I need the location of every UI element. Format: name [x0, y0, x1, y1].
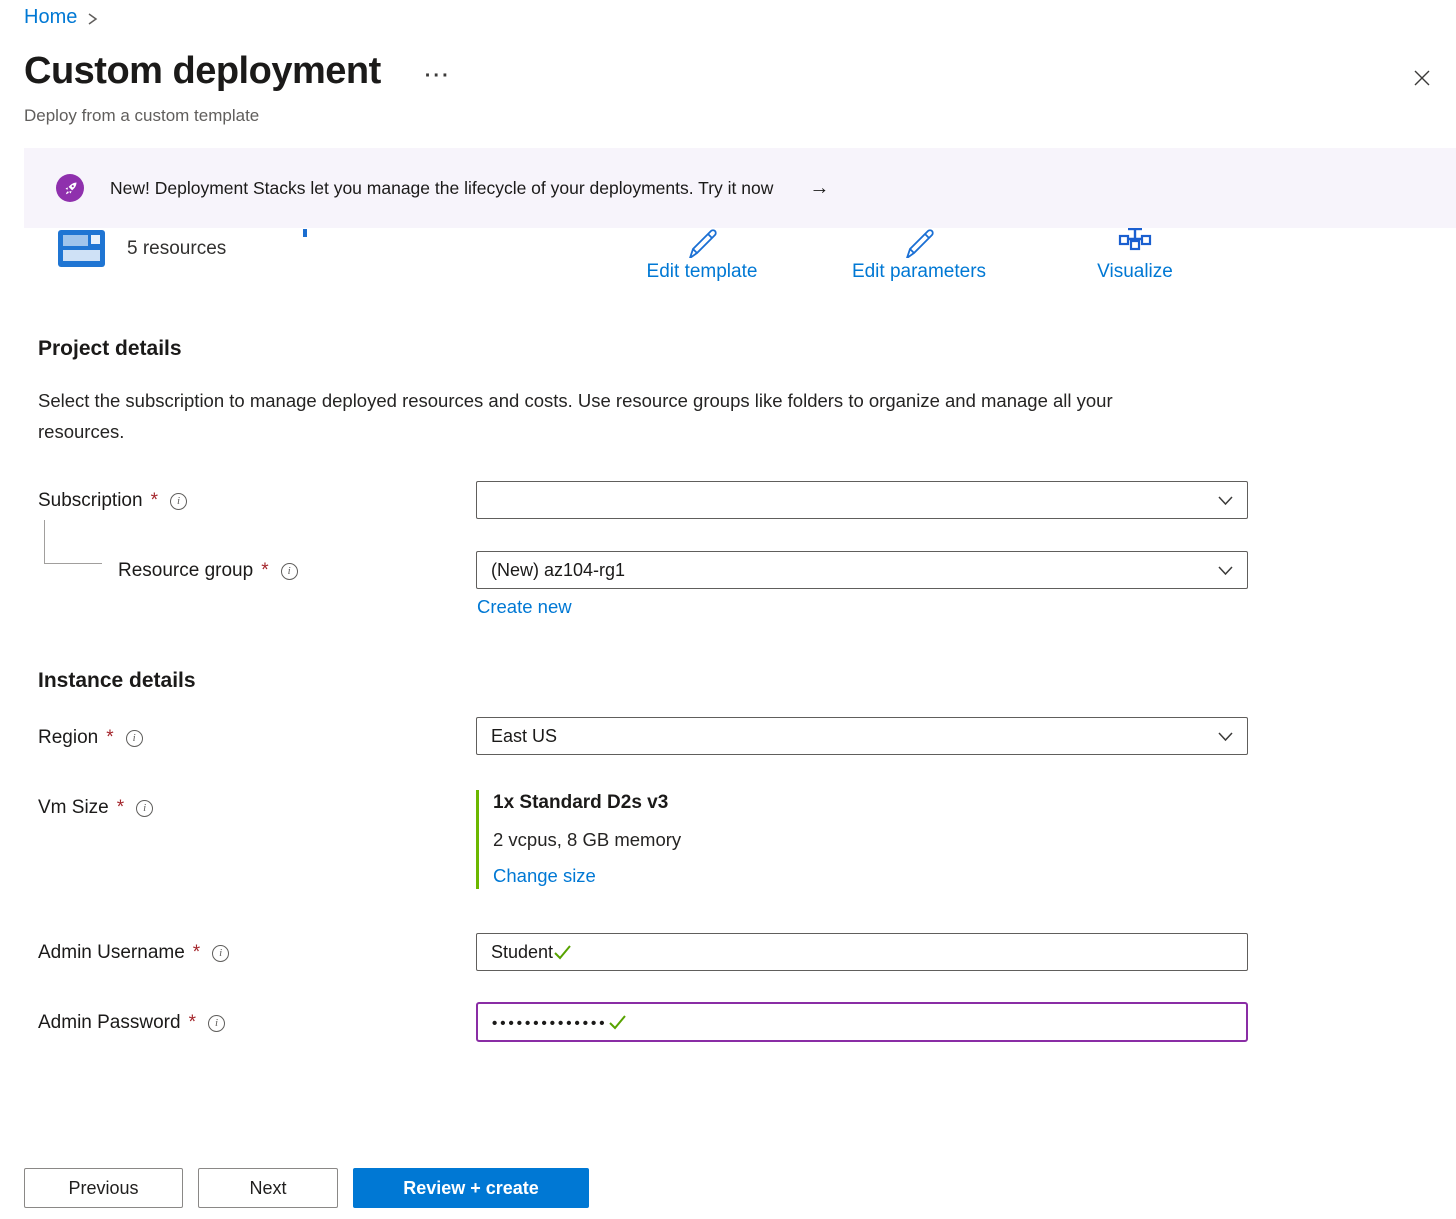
clipped-text-artifact	[303, 229, 307, 237]
vm-size-name: 1x Standard D2s v3	[493, 792, 681, 814]
banner-text: New! Deployment Stacks let you manage th…	[110, 178, 773, 199]
subscription-dropdown[interactable]	[476, 481, 1248, 519]
admin-password-input[interactable]: ••••••••••••••	[476, 1002, 1248, 1042]
info-icon[interactable]: i	[126, 730, 143, 747]
project-details-heading: Project details	[38, 337, 182, 361]
admin-username-input[interactable]: Student	[476, 933, 1248, 971]
region-label: Region* i	[38, 727, 143, 749]
chevron-down-icon	[1217, 729, 1234, 745]
password-dots: ••••••••••••••	[492, 1013, 608, 1032]
resource-group-label: Resource group* i	[118, 560, 298, 582]
valid-check-icon	[608, 1014, 627, 1031]
chevron-down-icon	[1217, 493, 1234, 509]
pencil-icon	[901, 228, 937, 258]
template-tile: 5 resources	[58, 230, 226, 267]
previous-button[interactable]: Previous	[24, 1168, 183, 1208]
create-new-link[interactable]: Create new	[477, 596, 572, 618]
page-subtitle: Deploy from a custom template	[24, 106, 259, 126]
edit-parameters-button[interactable]: Edit parameters	[809, 228, 1029, 283]
org-chart-icon	[1116, 228, 1154, 258]
vm-size-summary: 1x Standard D2s v3 2 vcpus, 8 GB memory …	[476, 790, 681, 889]
subscription-label: Subscription* i	[38, 490, 187, 512]
review-create-button[interactable]: Review + create	[353, 1168, 589, 1208]
header: Custom deployment ···	[24, 50, 451, 93]
pencil-icon	[684, 228, 720, 258]
template-icon	[58, 230, 105, 267]
vm-size-specs: 2 vcpus, 8 GB memory	[493, 829, 681, 851]
admin-password-label: Admin Password* i	[38, 1012, 225, 1034]
vm-size-label: Vm Size* i	[38, 797, 153, 819]
arrow-right-icon: →	[809, 177, 829, 200]
region-dropdown[interactable]: East US	[476, 717, 1248, 755]
admin-username-label: Admin Username* i	[38, 942, 229, 964]
info-icon[interactable]: i	[136, 800, 153, 817]
project-details-description: Select the subscription to manage deploy…	[38, 385, 1188, 447]
edit-template-button[interactable]: Edit template	[592, 228, 812, 283]
info-icon[interactable]: i	[212, 945, 229, 962]
chevron-right-icon	[87, 11, 98, 27]
template-bar: 5 resources Edit template Edit parameter…	[0, 228, 1456, 290]
instance-details-heading: Instance details	[38, 669, 196, 693]
more-options-icon[interactable]: ···	[425, 55, 451, 88]
info-icon[interactable]: i	[170, 493, 187, 510]
resources-count: 5 resources	[127, 238, 226, 260]
custom-deployment-page: Home Custom deployment ··· Deploy from a…	[0, 0, 1456, 1219]
footer-actions: Previous Next Review + create	[24, 1168, 589, 1208]
visualize-button[interactable]: Visualize	[1025, 228, 1245, 283]
next-button[interactable]: Next	[198, 1168, 338, 1208]
subscription-resource-group-connector	[44, 520, 102, 564]
close-icon[interactable]	[1408, 64, 1436, 92]
change-size-link[interactable]: Change size	[493, 865, 596, 887]
rocket-icon	[56, 174, 84, 202]
valid-check-icon	[553, 944, 572, 961]
breadcrumb-home-link[interactable]: Home	[24, 6, 77, 29]
info-icon[interactable]: i	[281, 563, 298, 580]
page-title: Custom deployment	[24, 50, 381, 93]
chevron-down-icon	[1217, 563, 1234, 579]
info-icon[interactable]: i	[208, 1015, 225, 1032]
breadcrumb: Home	[24, 6, 98, 29]
resource-group-dropdown[interactable]: (New) az104-rg1	[476, 551, 1248, 589]
deployment-stacks-banner[interactable]: New! Deployment Stacks let you manage th…	[24, 148, 1456, 228]
